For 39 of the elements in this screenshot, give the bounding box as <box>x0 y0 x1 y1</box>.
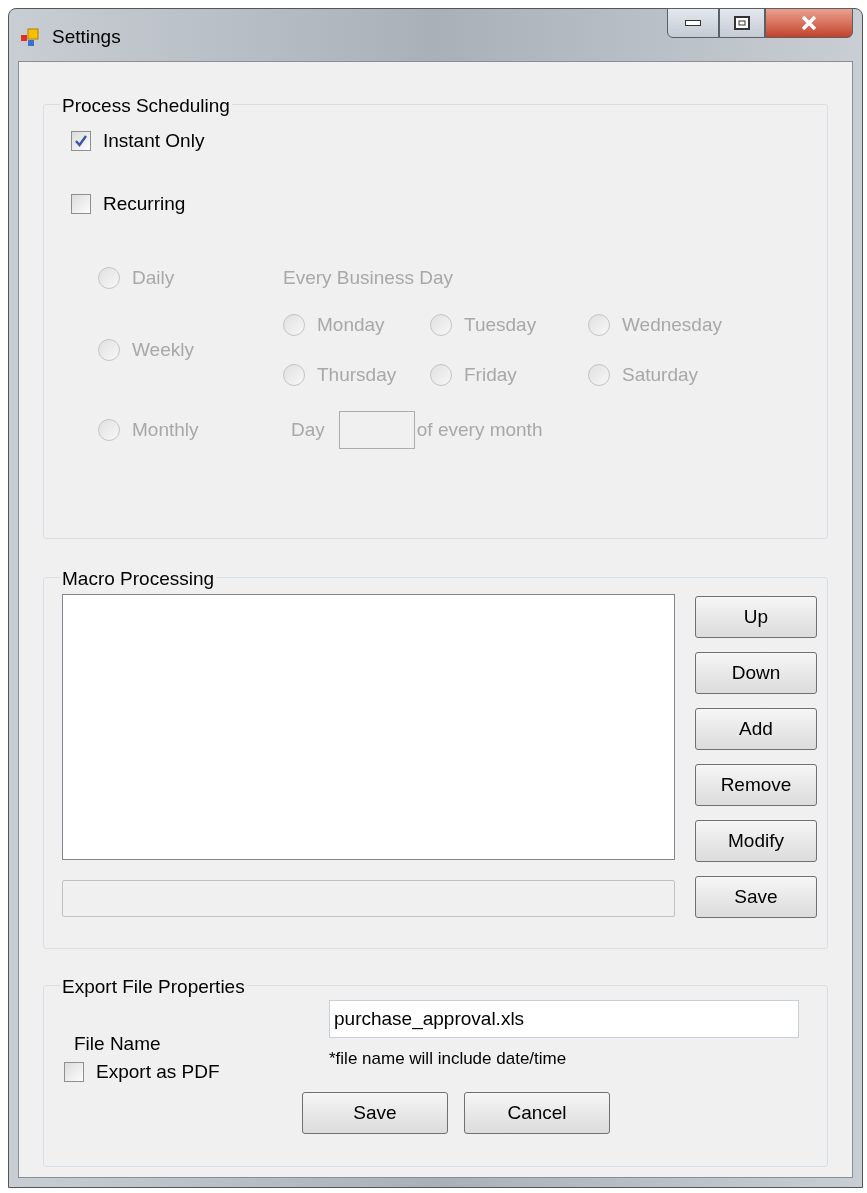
dialog-button[interactable]: Save <box>302 1092 448 1134</box>
radio-label: Monthly <box>132 417 199 442</box>
checkbox-label: Recurring <box>103 191 186 216</box>
macro-action-button[interactable]: Add <box>695 708 817 750</box>
macro-action-button[interactable]: Up <box>695 596 817 638</box>
minimize-button[interactable] <box>667 8 719 38</box>
day-label: Day <box>291 417 325 442</box>
dialog-button[interactable]: Cancel <box>464 1092 610 1134</box>
checkmark-icon <box>74 134 88 149</box>
macro-action-button[interactable]: Remove <box>695 764 817 806</box>
radio-label: Daily <box>132 265 175 290</box>
close-button[interactable] <box>765 8 853 38</box>
close-icon <box>800 15 818 31</box>
macro-action-button[interactable]: Save <box>695 876 817 918</box>
maximize-icon <box>734 16 750 30</box>
radio-label: Friday <box>464 363 517 387</box>
checkbox-label: Export as PDF <box>96 1059 220 1084</box>
window-title: Settings <box>52 25 121 49</box>
radio-label: Saturday <box>622 363 699 387</box>
macro-action-button[interactable]: Down <box>695 652 817 694</box>
radio-label: Monday <box>317 312 385 337</box>
day-suffix-label: of every month <box>416 417 543 442</box>
radio-label: Tuesday <box>464 312 537 337</box>
file-name-note: *file name will include date/time <box>329 1048 568 1070</box>
maximize-button[interactable] <box>719 8 765 38</box>
radio-label: Weekly <box>132 337 194 362</box>
macro-path-field[interactable] <box>62 880 675 917</box>
app-icon <box>20 27 40 48</box>
radio-label: Wednesday <box>622 312 722 337</box>
business-day-label: Every Business Day <box>283 265 453 290</box>
day-input-field[interactable] <box>338 411 415 449</box>
file-name-label: File Name <box>74 1033 161 1054</box>
checkbox[interactable] <box>64 1061 84 1082</box>
minimize-icon <box>685 20 701 26</box>
checkbox-label: Instant Only <box>103 129 205 153</box>
macro-action-button[interactable]: Modify <box>695 820 817 862</box>
radio-label: Thursday <box>317 363 397 387</box>
file-name-field[interactable]: purchase_approval.xls <box>329 1000 799 1038</box>
macro-list-box[interactable] <box>62 594 675 860</box>
